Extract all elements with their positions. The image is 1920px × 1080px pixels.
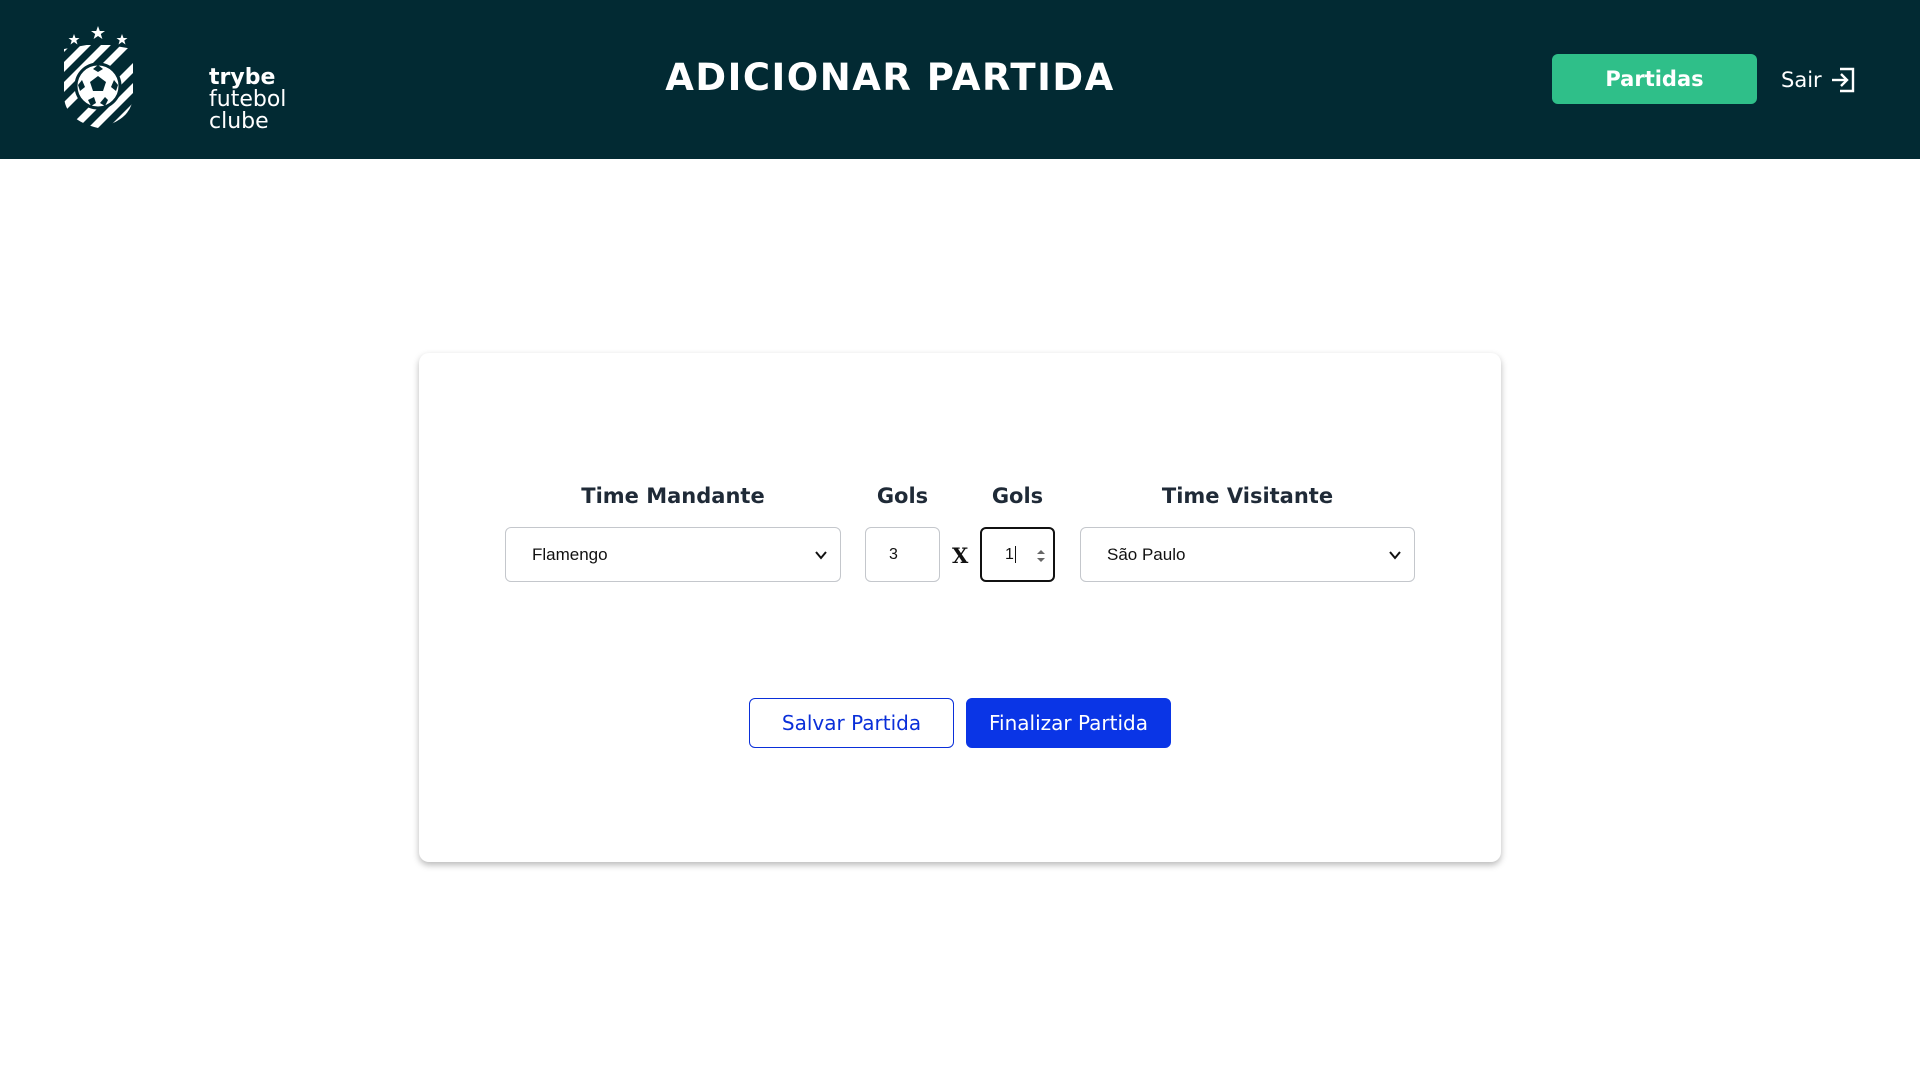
- app-header: trybe futebol clube ADICIONAR PARTIDA Pa…: [0, 0, 1920, 159]
- away-goals-input[interactable]: 1: [980, 527, 1055, 582]
- page-title: ADICIONAR PARTIDA: [665, 56, 1115, 99]
- logout-label: Sair: [1781, 68, 1822, 92]
- partidas-button[interactable]: Partidas: [1552, 54, 1757, 104]
- away-team-value: São Paulo: [1107, 544, 1186, 564]
- soccer-shield-icon: [64, 26, 133, 128]
- home-team-value: Flamengo: [532, 544, 608, 564]
- away-team-label: Time Visitante: [1161, 484, 1334, 508]
- brand-logo[interactable]: trybe futebol clube: [61, 25, 286, 133]
- home-goals-label: Gols: [876, 484, 929, 508]
- away-goals-label: Gols: [991, 484, 1044, 508]
- save-match-button[interactable]: Salvar Partida: [749, 698, 954, 748]
- match-form-card: [419, 353, 1501, 862]
- brand-line-3: clube: [209, 109, 269, 134]
- chevron-down-icon: [815, 551, 827, 560]
- logout-button[interactable]: Sair: [1781, 64, 1856, 96]
- text-caret: [1014, 546, 1016, 563]
- away-goals-value: 1: [1005, 545, 1014, 563]
- number-spinner-icon[interactable]: [1035, 548, 1047, 564]
- brand-line-2: futebol: [209, 87, 287, 112]
- chevron-down-icon: [1389, 551, 1401, 560]
- home-team-select[interactable]: Flamengo: [505, 527, 841, 582]
- logout-arrow-icon: [1831, 67, 1854, 93]
- brand-line-1: trybe: [209, 65, 276, 90]
- brand-wordmark: trybe futebol clube: [209, 67, 286, 133]
- finish-match-button[interactable]: Finalizar Partida: [966, 698, 1171, 748]
- away-team-select[interactable]: São Paulo: [1080, 527, 1415, 582]
- home-team-label: Time Mandante: [581, 484, 765, 508]
- versus-separator: X: [952, 543, 969, 568]
- home-goals-value: 3: [889, 545, 898, 563]
- home-goals-input[interactable]: 3: [865, 527, 940, 582]
